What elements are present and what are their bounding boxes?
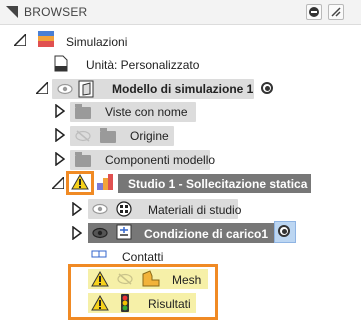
warning-icon[interactable]	[91, 295, 109, 311]
activate-radio-button[interactable]	[278, 225, 290, 237]
collapsed-triangle-icon[interactable]	[72, 226, 82, 240]
visibility-eye-icon[interactable]	[92, 227, 108, 239]
study-icon	[97, 174, 113, 190]
folder-icon	[75, 104, 91, 119]
activate-radio-button[interactable]	[261, 82, 273, 94]
tree-item-origin[interactable]: Origine	[130, 129, 169, 143]
folder-icon	[75, 152, 91, 167]
tree-item-simulation-model[interactable]: Modello di simulazione 1	[112, 82, 253, 96]
expanded-triangle-icon[interactable]	[14, 34, 26, 46]
simulation-root-icon	[38, 31, 54, 47]
tree-item-units[interactable]: Unità: Personalizzato	[86, 58, 199, 72]
activate-radio-highlight[interactable]	[274, 221, 296, 243]
tree-item-named-views[interactable]: Viste con nome	[105, 105, 188, 119]
browser-title: BROWSER	[24, 5, 88, 19]
tree-item-results[interactable]: Risultati	[148, 297, 191, 311]
model-component-icon	[78, 80, 94, 98]
expanded-triangle-icon[interactable]	[52, 177, 64, 189]
tree-item-contacts[interactable]: Contatti	[122, 250, 163, 264]
hidden-eye-icon[interactable]	[75, 130, 91, 142]
tree-item-study[interactable]: Studio 1 - Sollecitazione statica	[128, 177, 307, 191]
mesh-icon	[142, 270, 160, 287]
hidden-eye-icon[interactable]	[117, 273, 133, 285]
minimize-panel-button[interactable]	[306, 4, 322, 20]
folder-icon	[100, 128, 116, 143]
tree-item-mesh[interactable]: Mesh	[172, 273, 201, 287]
tree-item-load-case[interactable]: Condizione di carico1	[144, 227, 268, 241]
tree-item-study-materials[interactable]: Materiali di studio	[148, 203, 241, 217]
expanded-triangle-icon[interactable]	[36, 82, 48, 94]
collapse-triangle-icon[interactable]	[6, 6, 18, 18]
visibility-eye-icon[interactable]	[57, 83, 73, 95]
material-sphere-icon	[116, 201, 132, 217]
tree-item-simulations[interactable]: Simulazioni	[66, 35, 127, 49]
collapsed-triangle-icon[interactable]	[72, 202, 82, 216]
warning-icon[interactable]	[91, 271, 109, 287]
contacts-icon	[91, 250, 107, 258]
tree-item-model-components[interactable]: Componenti modello	[105, 153, 215, 167]
browser-header: BROWSER	[0, 0, 361, 25]
collapsed-triangle-icon[interactable]	[55, 104, 65, 118]
visibility-eye-icon[interactable]	[92, 203, 108, 215]
results-traffic-light-icon	[121, 294, 129, 312]
collapsed-triangle-icon[interactable]	[55, 128, 65, 142]
collapsed-triangle-icon[interactable]	[55, 152, 65, 166]
document-icon	[54, 55, 68, 72]
expand-panel-button[interactable]	[328, 4, 344, 20]
load-case-icon	[116, 224, 132, 240]
warning-icon[interactable]	[71, 174, 89, 190]
